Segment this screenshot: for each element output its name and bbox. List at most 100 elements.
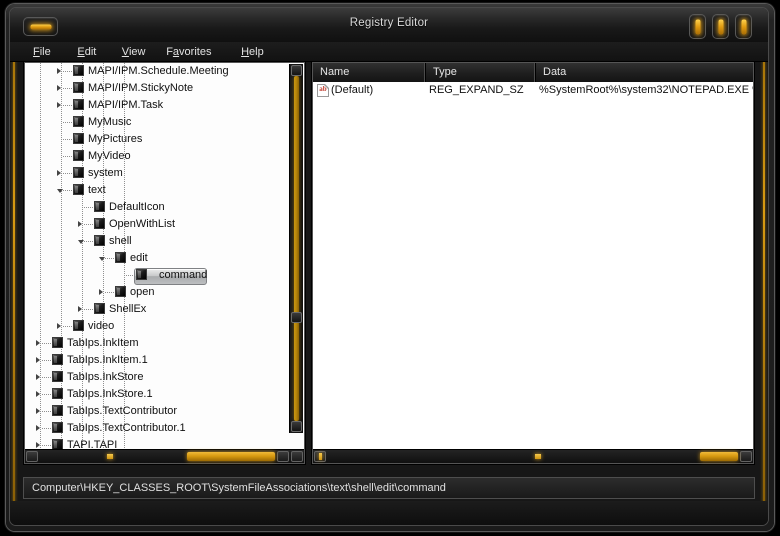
tree-item[interactable]: TabIps.TextContributor.1 — [25, 420, 290, 437]
tree-hscroll-right-button[interactable] — [277, 451, 289, 462]
tree-item[interactable]: TabIps.InkItem.1 — [25, 352, 290, 369]
tree-item[interactable]: MAPI/IPM.Schedule.Meeting — [25, 63, 290, 80]
tree-expand-arrow-icon[interactable] — [78, 306, 82, 312]
tree-item[interactable]: MyVideo — [25, 148, 290, 165]
tree-item-label: open — [130, 286, 155, 298]
tree-item-label: shell — [109, 235, 132, 247]
tree-item[interactable]: ShellEx — [25, 301, 290, 318]
tree-expand-arrow-icon[interactable] — [57, 68, 61, 74]
tree-item-content: TabIps.TextContributor.1 — [52, 420, 186, 437]
registry-key-icon — [52, 405, 63, 416]
column-header-name[interactable]: Name — [313, 63, 426, 82]
tree-expand-arrow-icon[interactable] — [36, 357, 40, 363]
tree-item[interactable]: edit — [25, 250, 290, 267]
tree-item[interactable]: shell — [25, 233, 290, 250]
window-inner-frame: Registry Editor File Edit View Favorites Hel… — [9, 7, 769, 526]
tree-item[interactable]: MAPI/IPM.StickyNote — [25, 80, 290, 97]
tree-hscroll-position-marker — [107, 454, 113, 459]
tree-expand-arrow-icon[interactable] — [36, 442, 40, 448]
tree-expand-arrow-icon[interactable] — [36, 425, 40, 431]
tree-collapse-arrow-icon[interactable] — [57, 189, 63, 193]
tree-item-label: ShellEx — [109, 303, 147, 315]
tree-item[interactable]: TabIps.InkStore — [25, 369, 290, 386]
registry-key-icon — [73, 116, 84, 127]
tree-item[interactable]: TabIps.InkStore.1 — [25, 386, 290, 403]
tree-item[interactable]: text — [25, 182, 290, 199]
registry-key-icon — [94, 235, 105, 246]
tree-item[interactable]: command — [25, 267, 290, 285]
close-button[interactable] — [735, 14, 752, 39]
tree-vscroll-up-button[interactable] — [291, 65, 302, 76]
tree-item[interactable]: OpenWithList — [25, 216, 290, 233]
tree-vscroll-thumb[interactable] — [291, 312, 302, 323]
tree-connector — [42, 394, 52, 395]
table-row[interactable]: ab (Default) REG_EXPAND_SZ %SystemRoot%\sys… — [313, 82, 753, 99]
tree-item-label: MyPictures — [88, 133, 143, 145]
minimize-button[interactable] — [689, 14, 706, 39]
tree-connector — [63, 139, 73, 140]
tree-horizontal-scrollbar[interactable] — [25, 449, 304, 463]
maximize-button[interactable] — [712, 14, 729, 39]
pane-area: MAPI/IPM.Schedule.Meeting MAPI/IPM.Sticky… — [10, 61, 768, 465]
tree-hscroll-thumb[interactable] — [187, 452, 275, 461]
tree-connector — [63, 156, 73, 157]
tree-expand-arrow-icon[interactable] — [57, 170, 61, 176]
tree-item-label: MyMusic — [88, 116, 132, 128]
tree-expand-arrow-icon[interactable] — [36, 391, 40, 397]
tree-expand-arrow-icon[interactable] — [78, 221, 82, 227]
tree-vertical-scrollbar[interactable] — [289, 64, 303, 433]
tree-expand-arrow-icon[interactable] — [36, 340, 40, 346]
menu-item-help[interactable]: Help — [236, 45, 269, 59]
tree-item[interactable]: MAPI/IPM.Task — [25, 97, 290, 114]
list-body[interactable]: ab (Default) REG_EXPAND_SZ %SystemRoot%\sys… — [313, 82, 753, 449]
values-hscroll-position-marker — [535, 454, 541, 459]
tree-item[interactable]: open — [25, 284, 290, 301]
values-hscroll-thumb[interactable] — [700, 452, 738, 461]
menu-item-edit[interactable]: Edit — [72, 45, 101, 59]
menu-item-file[interactable]: File — [28, 45, 56, 59]
title-bar: Registry Editor — [10, 8, 768, 43]
tree-expand-arrow-icon[interactable] — [57, 102, 61, 108]
tree-connector — [63, 190, 73, 191]
tree-expand-arrow-icon[interactable] — [99, 289, 103, 295]
tree-collapse-arrow-icon[interactable] — [99, 257, 105, 261]
tree-hscroll-left-button[interactable] — [26, 451, 38, 462]
values-hscroll-left-marker — [319, 453, 322, 460]
tree-expand-arrow-icon[interactable] — [57, 85, 61, 91]
tree-hscroll-extra-button[interactable] — [291, 451, 303, 462]
tree-item[interactable]: TabIps.TextContributor — [25, 403, 290, 420]
tree-item[interactable]: MyMusic — [25, 114, 290, 131]
menu-item-favorites[interactable]: Favorites — [161, 45, 216, 59]
tree-item[interactable]: TAPI.TAPI — [25, 437, 290, 449]
column-header-data[interactable]: Data — [536, 63, 753, 82]
tree-collapse-arrow-icon[interactable] — [78, 240, 84, 244]
values-horizontal-scrollbar[interactable] — [313, 449, 753, 463]
menu-item-view[interactable]: View — [117, 45, 151, 59]
values-hscroll-right-button[interactable] — [740, 451, 752, 462]
tree-item[interactable]: TabIps.InkItem — [25, 335, 290, 352]
tree-item[interactable]: system — [25, 165, 290, 182]
tree-item-label: TabIps.InkStore.1 — [67, 388, 153, 400]
registry-key-icon — [94, 201, 105, 212]
minimize-icon — [695, 19, 700, 34]
tree-item-label: TabIps.InkItem.1 — [67, 354, 148, 366]
tree-guide-line — [40, 63, 41, 449]
column-header-label: Type — [433, 66, 457, 78]
tree-expand-arrow-icon[interactable] — [36, 374, 40, 380]
tree-expand-arrow-icon[interactable] — [36, 408, 40, 414]
tree-item[interactable]: DefaultIcon — [25, 199, 290, 216]
tree-item-label: MAPI/IPM.Schedule.Meeting — [88, 65, 229, 77]
tree-item-content: MAPI/IPM.StickyNote — [73, 80, 193, 97]
tree-vscroll-down-button[interactable] — [291, 421, 302, 432]
maximize-icon — [718, 19, 723, 34]
tree-view[interactable]: MAPI/IPM.Schedule.Meeting MAPI/IPM.Sticky… — [25, 63, 290, 449]
status-path: Computer\HKEY_CLASSES_ROOT\SystemFileAss… — [32, 482, 446, 494]
tree-item-label: TabIps.TextContributor.1 — [67, 422, 186, 434]
column-header-type[interactable]: Type — [426, 63, 536, 82]
tree-item[interactable]: video — [25, 318, 290, 335]
tree-item-label: text — [88, 184, 106, 196]
tree-expand-arrow-icon[interactable] — [57, 323, 61, 329]
tree-item-content: MAPI/IPM.Schedule.Meeting — [73, 63, 229, 80]
tree-connector — [42, 377, 52, 378]
tree-item[interactable]: MyPictures — [25, 131, 290, 148]
